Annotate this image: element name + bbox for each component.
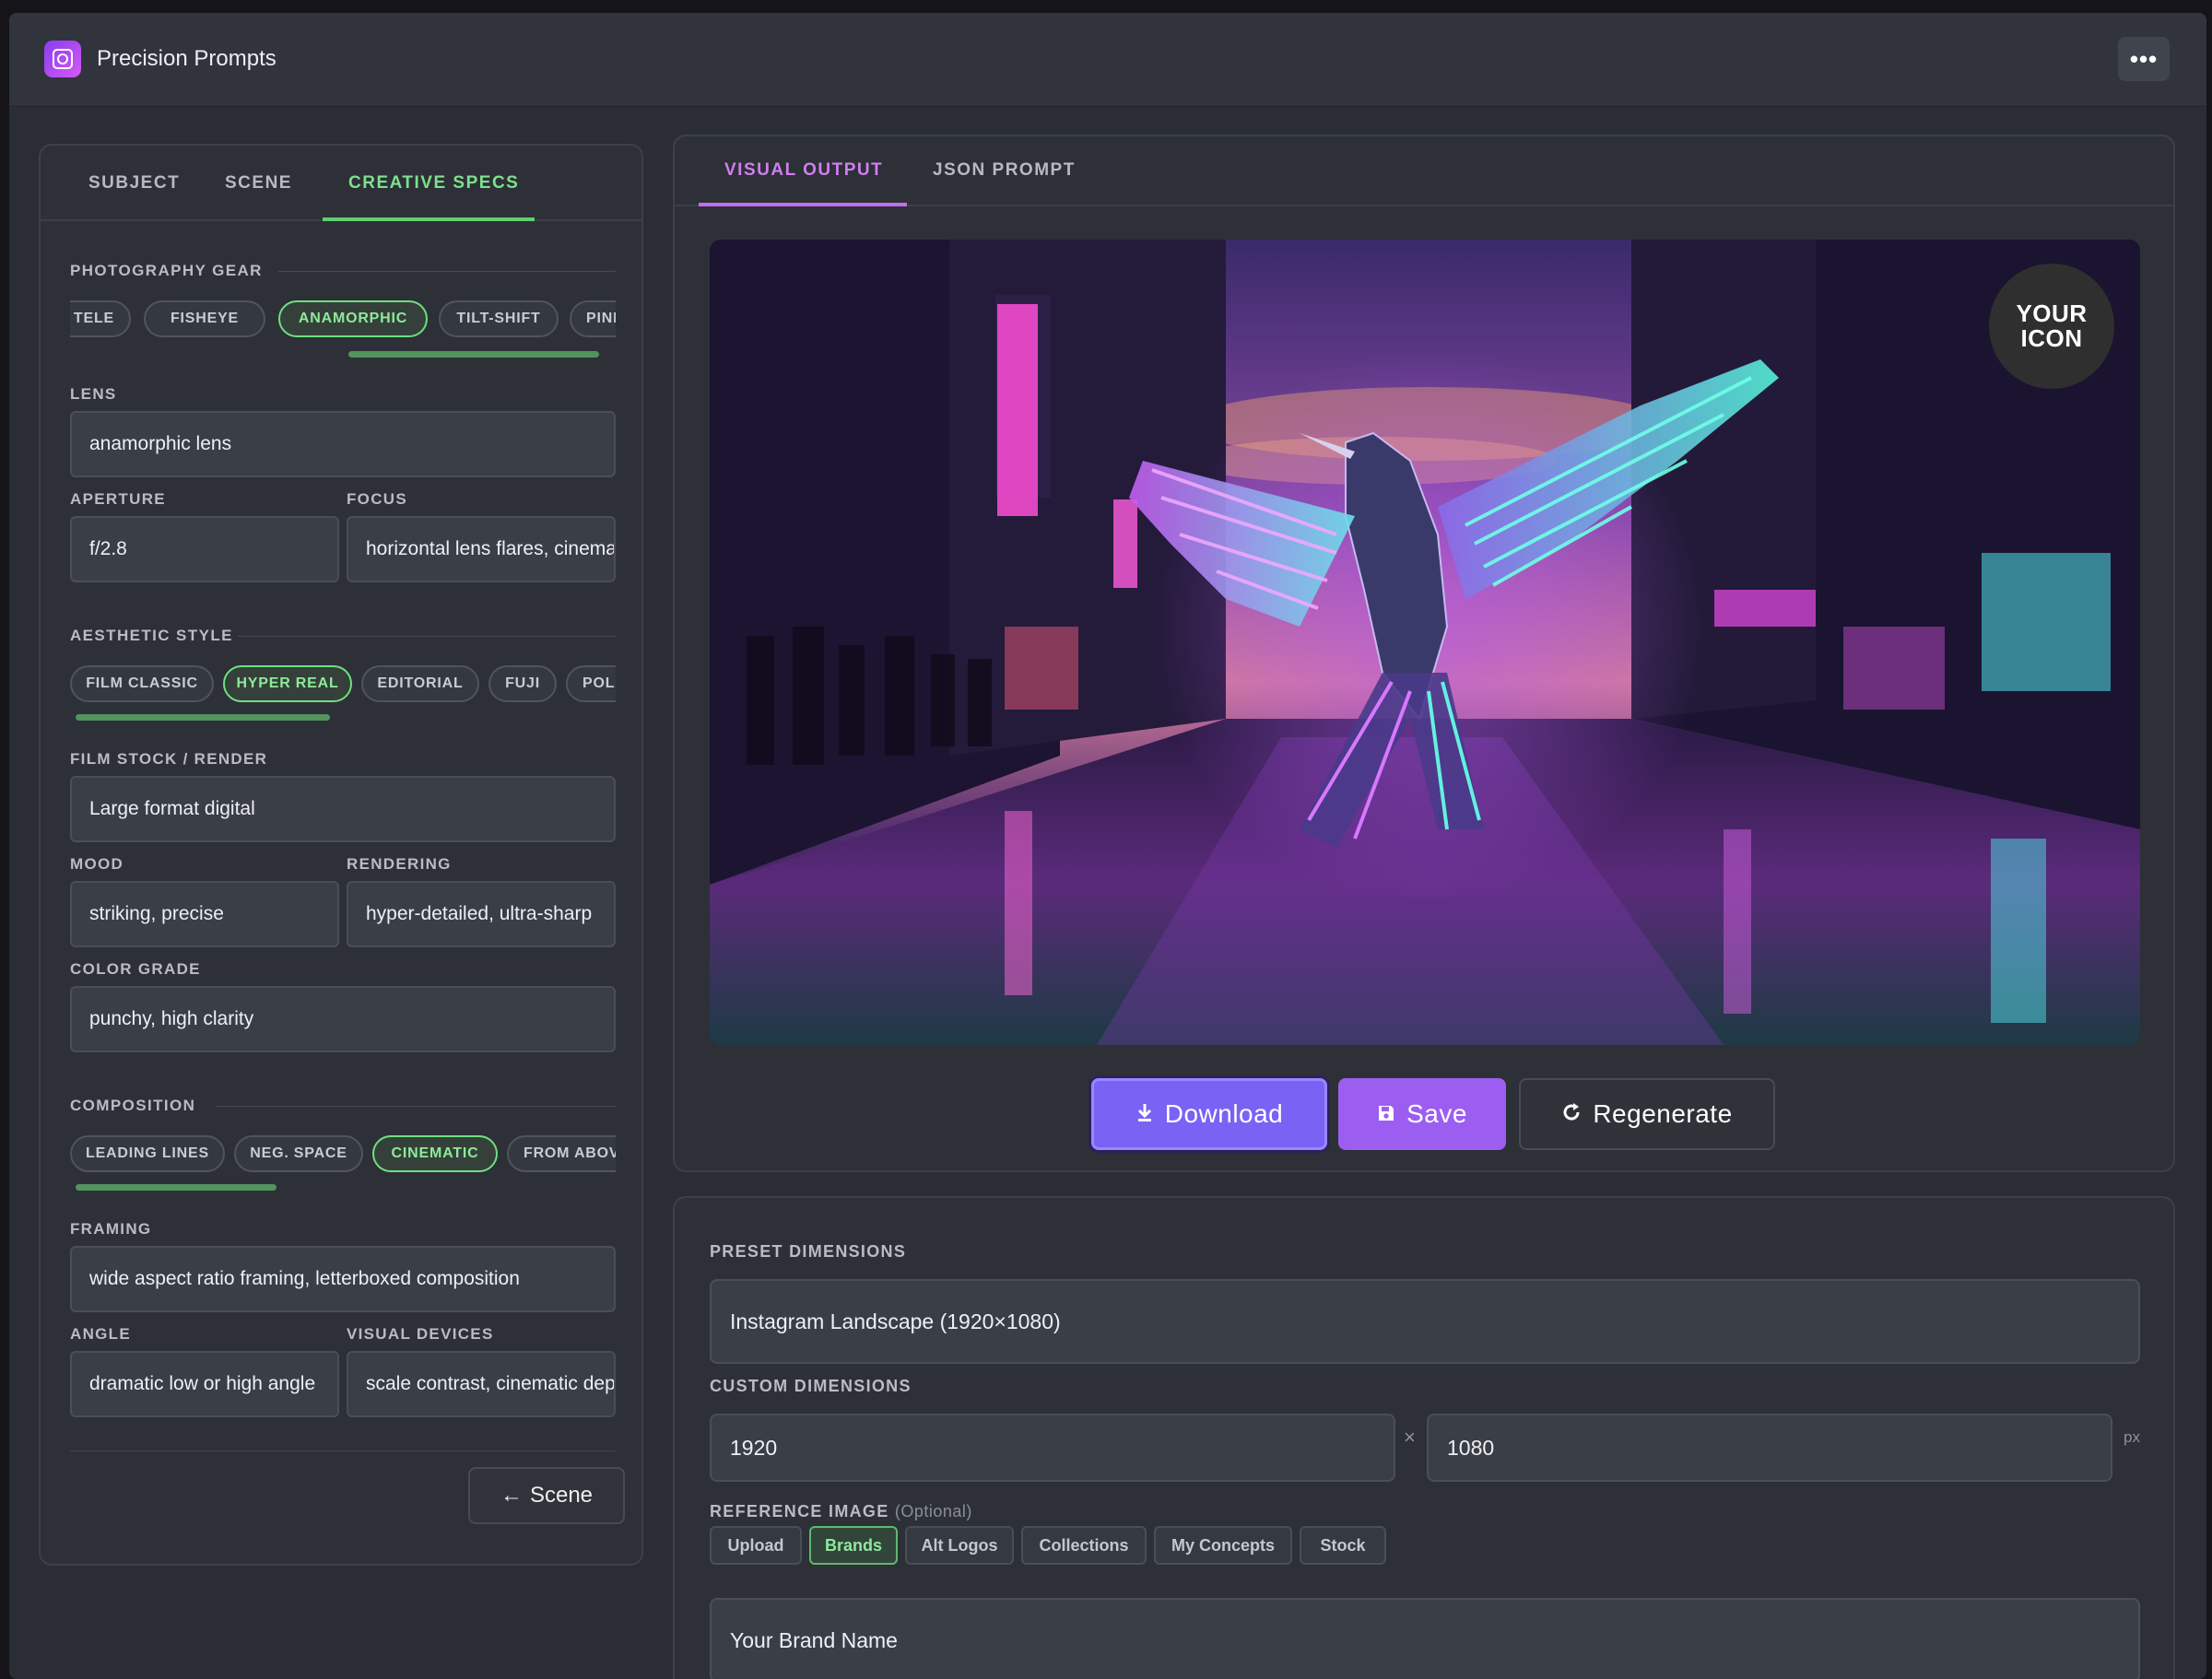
chip-polaroid[interactable]: POLAROID <box>566 665 616 702</box>
film-stock-label: FILM STOCK / RENDER <box>70 750 268 768</box>
refresh-icon <box>1561 1099 1582 1129</box>
reference-image-title: REFERENCE IMAGE <box>710 1502 889 1520</box>
chip-cinematic[interactable]: CINEMATIC <box>372 1135 498 1172</box>
height-input[interactable]: 1080 <box>1427 1414 2112 1482</box>
times-symbol: × <box>1404 1426 1416 1449</box>
brand-name-field[interactable]: Your Brand Name <box>710 1598 2140 1679</box>
framing-label: FRAMING <box>70 1220 152 1238</box>
download-button[interactable]: Download <box>1091 1078 1327 1150</box>
left-tab-bar: SUBJECT SCENE CREATIVE SPECS <box>41 146 641 221</box>
gear-chip-scrollbar[interactable] <box>348 351 599 358</box>
color-grade-field[interactable]: punchy, high clarity <box>70 986 616 1052</box>
focus-field[interactable]: horizontal lens flares, cinematic bokeh <box>347 516 616 582</box>
mood-label: MOOD <box>70 855 124 873</box>
rendering-field[interactable]: hyper-detailed, ultra-sharp <box>347 881 616 947</box>
creative-specs-panel: SUBJECT SCENE CREATIVE SPECS PHOTOGRAPHY… <box>39 144 643 1566</box>
custom-dimensions-label: CUSTOM DIMENSIONS <box>710 1377 912 1395</box>
more-icon: ••• <box>2129 44 2159 73</box>
visual-devices-field[interactable]: scale contrast, cinematic depth <box>347 1351 616 1417</box>
tab-creative-specs[interactable]: CREATIVE SPECS <box>348 173 519 194</box>
hummingbird-city-image <box>710 240 2140 1045</box>
width-input[interactable]: 1920 <box>710 1414 1395 1482</box>
composition-chip-scrollbar[interactable] <box>76 1184 276 1191</box>
chip-fisheye[interactable]: FISHEYE <box>144 300 265 337</box>
save-button[interactable]: Save <box>1338 1078 1506 1150</box>
chip-hyper-real[interactable]: HYPER REAL <box>223 665 352 702</box>
section-title-composition: COMPOSITION <box>70 1097 196 1114</box>
app-window: Precision Prompts ••• SUBJECT SCENE CREA… <box>9 13 2206 1679</box>
save-icon <box>1377 1099 1395 1129</box>
aesthetic-chip-row: FILM CLASSIC HYPER REAL EDITORIAL FUJI P… <box>70 663 616 704</box>
reference-image-label: REFERENCE IMAGE (Optional) <box>710 1502 972 1521</box>
regenerate-button[interactable]: Regenerate <box>1519 1078 1775 1150</box>
gear-chip-row: TELE FISHEYE ANAMORPHIC TILT-SHIFT PINHO… <box>70 299 616 339</box>
badge-line-1: YOUR <box>2016 299 2088 327</box>
preset-dimensions-select[interactable]: Instagram Landscape (1920×1080) <box>710 1279 2140 1364</box>
footer-divider <box>70 1450 616 1451</box>
badge-line-2: ICON <box>2020 324 2083 352</box>
save-label: Save <box>1406 1099 1467 1128</box>
section-divider <box>238 636 616 637</box>
visual-output-panel: VISUAL OUTPUT JSON PROMPT YOUR ICON Down… <box>673 135 2175 1172</box>
visual-devices-label: VISUAL DEVICES <box>347 1325 494 1343</box>
lens-label: LENS <box>70 385 117 403</box>
ref-tab-collections[interactable]: Collections <box>1021 1526 1147 1565</box>
back-to-scene-button[interactable]: ← Scene <box>468 1467 625 1524</box>
chip-from-above[interactable]: FROM ABOVE <box>507 1135 616 1172</box>
chip-film-classic[interactable]: FILM CLASSIC <box>70 665 214 702</box>
ref-tab-alt-logos[interactable]: Alt Logos <box>905 1526 1014 1565</box>
download-label: Download <box>1164 1099 1284 1128</box>
brand-icon-badge: YOUR ICON <box>1989 264 2114 389</box>
download-icon <box>1135 1099 1154 1129</box>
tab-visual-output[interactable]: VISUAL OUTPUT <box>724 160 883 181</box>
composition-chip-row: LEADING LINES NEG. SPACE CINEMATIC FROM … <box>70 1133 616 1174</box>
chip-anamorphic[interactable]: ANAMORPHIC <box>278 300 428 337</box>
camera-app-icon <box>44 41 81 77</box>
lens-field[interactable]: anamorphic lens <box>70 411 616 477</box>
chip-tilt-shift[interactable]: TILT-SHIFT <box>439 300 559 337</box>
rendering-label: RENDERING <box>347 855 452 873</box>
back-button-label: Scene <box>529 1483 594 1508</box>
dimensions-panel: PRESET DIMENSIONS Instagram Landscape (1… <box>673 1196 2175 1679</box>
color-grade-label: COLOR GRADE <box>70 960 201 978</box>
ref-tab-brands[interactable]: Brands <box>809 1526 898 1565</box>
angle-label: ANGLE <box>70 1325 131 1343</box>
film-stock-field[interactable]: Large format digital <box>70 776 616 842</box>
active-tab-indicator <box>699 203 907 206</box>
chip-leading-lines[interactable]: LEADING LINES <box>70 1135 225 1172</box>
tab-subject[interactable]: SUBJECT <box>88 173 180 194</box>
arrow-left-icon: ← <box>500 1483 523 1508</box>
aperture-field[interactable]: f/2.8 <box>70 516 339 582</box>
ref-tab-upload[interactable]: Upload <box>710 1526 802 1565</box>
mood-field[interactable]: striking, precise <box>70 881 339 947</box>
chip-pinhole[interactable]: PINHOLE <box>570 300 616 337</box>
unit-label: px <box>2124 1428 2140 1446</box>
tab-scene[interactable]: SCENE <box>225 173 292 194</box>
chip-fuji[interactable]: FUJI <box>488 665 557 702</box>
angle-field[interactable]: dramatic low or high angle <box>70 1351 339 1417</box>
chip-neg-space[interactable]: NEG. SPACE <box>234 1135 363 1172</box>
preset-dimensions-label: PRESET DIMENSIONS <box>710 1242 907 1261</box>
aesthetic-chip-scrollbar[interactable] <box>76 714 330 721</box>
section-divider <box>216 1106 616 1107</box>
top-bar: Precision Prompts ••• <box>9 13 2206 107</box>
active-tab-indicator <box>323 217 535 221</box>
app-title: Precision Prompts <box>97 46 276 71</box>
focus-label: FOCUS <box>347 490 407 508</box>
framing-field[interactable]: wide aspect ratio framing, letterboxed c… <box>70 1246 616 1312</box>
ref-tab-stock[interactable]: Stock <box>1300 1526 1386 1565</box>
tab-json-prompt[interactable]: JSON PROMPT <box>933 160 1076 181</box>
generated-image: YOUR ICON <box>710 240 2140 1045</box>
chip-tele[interactable]: TELE <box>70 300 131 337</box>
section-title-photography-gear: PHOTOGRAPHY GEAR <box>70 262 263 279</box>
regenerate-label: Regenerate <box>1593 1099 1733 1128</box>
more-options-button[interactable]: ••• <box>2118 37 2170 81</box>
section-title-aesthetic-style: AESTHETIC STYLE <box>70 627 233 644</box>
chip-editorial[interactable]: EDITORIAL <box>361 665 479 702</box>
section-divider <box>278 271 616 272</box>
optional-hint: (Optional) <box>894 1502 972 1520</box>
aperture-label: APERTURE <box>70 490 166 508</box>
ref-tab-my-concepts[interactable]: My Concepts <box>1154 1526 1292 1565</box>
output-tab-bar: VISUAL OUTPUT JSON PROMPT <box>675 136 2173 206</box>
